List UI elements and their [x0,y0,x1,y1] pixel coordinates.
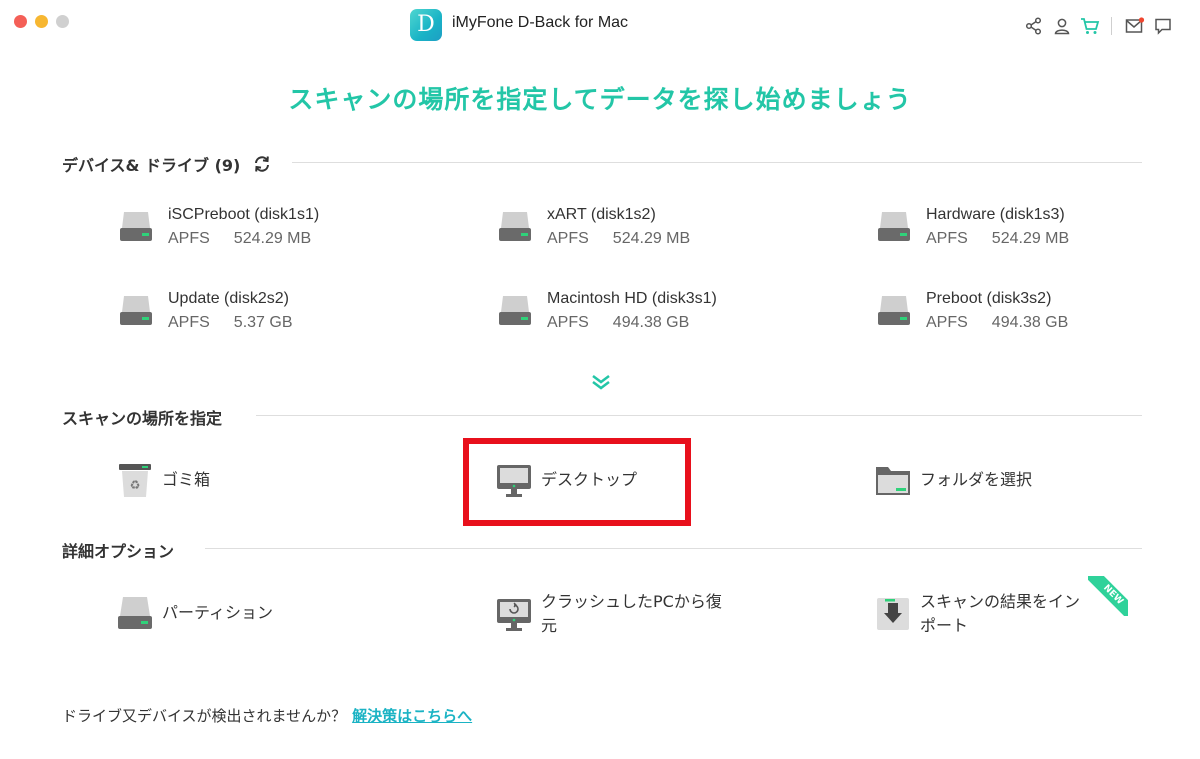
new-badge-label: NEW [1088,576,1128,616]
app-window: D iMyFone D-Back for Mac スキャンの場所を指定してデータ… [0,0,1200,759]
select-folder-option[interactable]: フォルダを選択 [874,461,1032,499]
title-bar: D iMyFone D-Back for Mac [0,0,1200,50]
drive-name: Hardware (disk1s3) [926,206,1065,223]
devices-section-header: デバイス& ドライブ (9) [62,152,272,176]
section-divider [292,162,1142,163]
drive-item[interactable]: iSCPreboot (disk1s1) APFS 524.29 MB [118,204,319,252]
crashed-pc-label-line2: 元 [541,616,558,635]
double-chevron-down-icon[interactable] [589,372,613,392]
hard-drive-icon [499,296,531,325]
close-window-button[interactable] [14,15,27,28]
drive-item[interactable]: xART (disk1s2) APFS 524.29 MB [497,204,690,252]
drive-size: 524.29 MB [991,230,1070,247]
hard-drive-icon [120,296,152,325]
scan-location-section-label: スキャンの場所を指定 [62,409,223,428]
hard-drive-icon [120,212,152,241]
solution-link[interactable]: 解決策はこちらへ [352,707,472,725]
new-badge: NEW [1088,576,1128,616]
mail-icon[interactable] [1124,15,1146,37]
refresh-icon[interactable] [252,154,272,174]
cart-icon[interactable] [1079,15,1101,37]
drive-size: 524.29 MB [612,230,691,247]
drive-size: 5.37 GB [233,314,293,331]
drive-item[interactable]: Preboot (disk3s2) APFS 494.38 GB [876,288,1068,336]
drive-size: 524.29 MB [233,230,312,247]
toolbar-divider [1111,17,1112,35]
user-icon[interactable] [1051,15,1073,37]
import-label-line1: スキャンの結果をイン [920,592,1081,611]
drive-size: 494.38 GB [991,314,1069,331]
drive-size: 494.38 GB [612,314,690,331]
crashed-pc-label-line1: クラッシュしたPCから復 [541,592,722,611]
drive-filesystem: APFS [168,230,210,247]
hard-drive-icon [499,212,531,241]
crashed-pc-option[interactable]: クラッシュしたPCから復元 [495,590,722,638]
drive-filesystem: APFS [547,230,589,247]
advanced-section-label: 詳細オプション [62,542,175,561]
import-scan-result-option-label: スキャンの結果をイン ポート [920,590,1080,638]
page-headline: スキャンの場所を指定してデータを探し始めましょう [288,85,912,114]
drive-filesystem: APFS [547,314,589,331]
drive-item[interactable]: Hardware (disk1s3) APFS 524.29 MB [876,204,1069,252]
trash-option-label: ゴミ箱 [162,470,211,489]
partition-option[interactable]: パーティション [116,594,273,632]
partition-option-label: パーティション [162,603,274,622]
folder-icon [876,467,910,495]
trash-option[interactable]: ♻ ゴミ箱 [116,461,210,499]
toolbar-icons [1017,15,1174,37]
hard-drive-icon [878,212,910,241]
drive-filesystem: APFS [926,230,968,247]
trash-icon: ♻ [119,464,151,497]
chat-icon[interactable] [1152,15,1174,37]
crashed-pc-option-label: クラッシュしたPCから復元 [541,590,722,638]
import-scan-result-option[interactable]: スキャンの結果をイン ポート [874,590,1080,638]
scan-location-section-header: スキャンの場所を指定 [62,405,222,429]
share-icon[interactable] [1023,15,1045,37]
drive-name: iSCPreboot (disk1s1) [168,206,320,223]
drive-name: Macintosh HD (disk3s1) [547,290,717,307]
devices-section-label: デバイス& ドライブ (9) [62,156,241,175]
minimize-window-button[interactable] [35,15,48,28]
footer-question: ドライブ又デバイスが検出されませんか？ [62,707,347,725]
import-label-line2: ポート [920,616,969,635]
window-title: iMyFone D-Back for Mac [452,14,629,31]
app-logo: D [410,9,442,41]
drive-item[interactable]: Update (disk2s2) APFS 5.37 GB [118,288,293,336]
drive-filesystem: APFS [926,314,968,331]
partition-drive-icon [118,597,152,629]
drive-name: Update (disk2s2) [168,290,289,307]
import-icon [877,598,909,630]
footer-help: ドライブ又デバイスが検出されませんか？ 解決策はこちらへ [62,705,472,726]
hard-drive-icon [878,296,910,325]
drive-filesystem: APFS [168,314,210,331]
crashed-pc-icon [497,599,531,631]
drive-item[interactable]: Macintosh HD (disk3s1) APFS 494.38 GB [497,288,717,336]
svg-text:♻: ♻ [130,478,141,492]
section-divider [256,415,1142,416]
highlight-annotation [463,438,691,526]
advanced-section-header: 詳細オプション [62,538,174,562]
zoom-window-button[interactable] [56,15,69,28]
drive-name: Preboot (disk3s2) [926,290,1052,307]
section-divider [205,548,1142,549]
drive-name: xART (disk1s2) [547,206,656,223]
select-folder-option-label: フォルダを選択 [920,470,1033,489]
